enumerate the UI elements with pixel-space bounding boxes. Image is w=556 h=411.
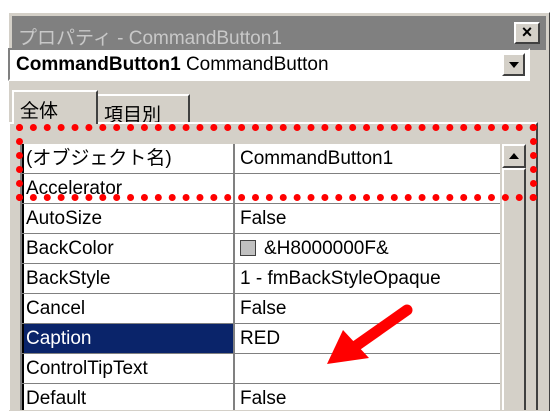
backcolor-value-text: &H8000000F& xyxy=(264,238,389,259)
vertical-scrollbar[interactable] xyxy=(502,144,526,410)
title-bar[interactable]: プロパティ - CommandButton1 × xyxy=(12,16,546,50)
annotation-arrow-icon xyxy=(327,304,413,364)
property-row[interactable]: BackColor &H8000000F& xyxy=(20,234,500,263)
property-row[interactable]: Accelerator xyxy=(20,174,500,203)
object-name: CommandButton1 xyxy=(16,54,181,75)
color-swatch-icon xyxy=(240,240,256,256)
property-name: AutoSize xyxy=(22,204,233,233)
tab-categorized[interactable]: 項目別 xyxy=(98,94,190,126)
window-title: プロパティ - CommandButton1 xyxy=(18,28,282,49)
property-row[interactable]: (オブジェクト名) CommandButton1 xyxy=(20,144,500,173)
chevron-down-icon xyxy=(509,62,519,68)
object-selector[interactable]: CommandButton1 CommandButton xyxy=(8,48,530,81)
property-row-selected[interactable]: Caption RED xyxy=(20,324,500,353)
dropdown-button[interactable] xyxy=(502,53,525,76)
property-name: Default xyxy=(22,384,233,410)
property-value[interactable]: False xyxy=(235,204,500,233)
property-value[interactable]: 1 - fmBackStyleOpaque xyxy=(235,264,500,293)
property-row[interactable]: AutoSize False xyxy=(20,204,500,233)
property-value[interactable]: False xyxy=(235,384,500,410)
property-row[interactable]: Cancel False xyxy=(20,294,500,323)
property-name: ControlTipText xyxy=(22,354,233,383)
property-value[interactable]: CommandButton1 xyxy=(235,144,500,173)
property-name: Caption xyxy=(22,324,233,353)
property-value[interactable]: &H8000000F& xyxy=(235,234,500,263)
close-button[interactable]: × xyxy=(514,22,540,44)
property-name: Cancel xyxy=(22,294,233,323)
property-name: (オブジェクト名) xyxy=(22,144,233,173)
object-selector-text: CommandButton1 CommandButton xyxy=(16,54,329,76)
property-name: BackStyle xyxy=(22,264,233,293)
object-type: CommandButton xyxy=(185,54,329,75)
property-value[interactable] xyxy=(235,174,500,203)
scroll-up-button[interactable] xyxy=(502,144,526,168)
property-name: Accelerator xyxy=(22,174,233,203)
tab-alphabetic[interactable]: 全体 xyxy=(12,90,98,124)
chevron-up-icon xyxy=(509,153,519,159)
property-grid: (オブジェクト名) CommandButton1 Accelerator Aut… xyxy=(20,144,500,410)
property-row[interactable]: ControlTipText xyxy=(20,354,500,383)
property-row[interactable]: BackStyle 1 - fmBackStyleOpaque xyxy=(20,264,500,293)
property-name: BackColor xyxy=(22,234,233,263)
scroll-thumb[interactable] xyxy=(502,168,526,410)
property-row[interactable]: Default False xyxy=(20,384,500,410)
